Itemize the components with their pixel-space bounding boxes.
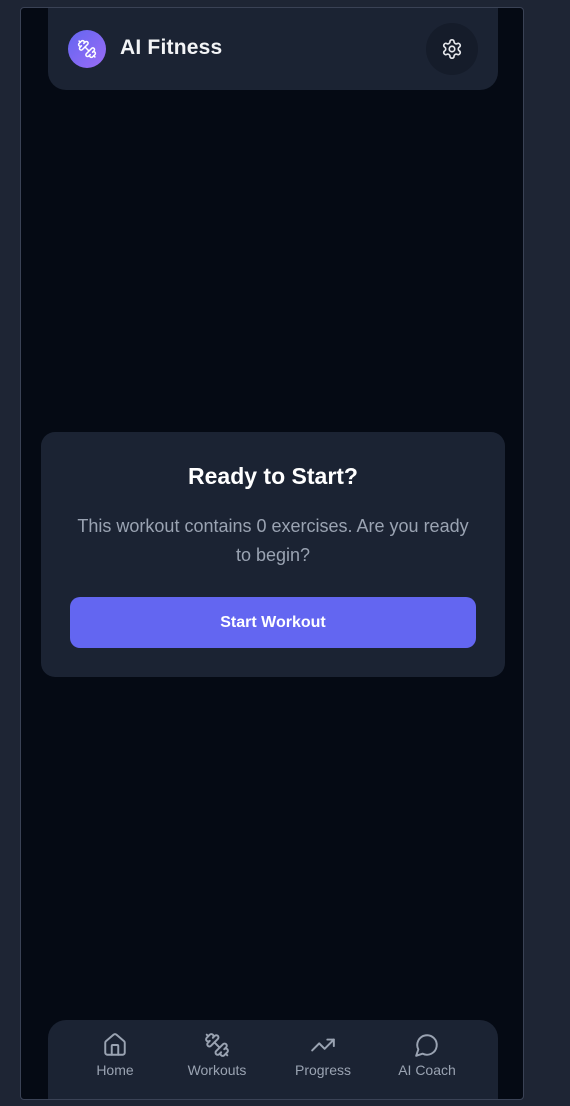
bottom-nav: Home Workouts Progress AI Coach: [48, 1020, 498, 1099]
nav-label-progress: Progress: [294, 1062, 352, 1078]
app-logo: [68, 30, 106, 68]
app-frame: AI Fitness Ready to Start? This workout …: [20, 7, 524, 1100]
start-workout-button[interactable]: Start Workout: [70, 597, 476, 648]
nav-item-workouts[interactable]: Workouts: [172, 1032, 262, 1078]
start-workout-card: Ready to Start? This workout contains 0 …: [41, 432, 505, 677]
nav-item-progress[interactable]: Progress: [278, 1032, 368, 1078]
app-header: AI Fitness: [48, 8, 498, 90]
nav-label-ai-coach: AI Coach: [398, 1062, 456, 1078]
dumbbell-icon: [77, 39, 97, 59]
nav-item-home[interactable]: Home: [70, 1032, 160, 1078]
nav-label-workouts: Workouts: [187, 1062, 247, 1078]
trending-up-icon: [311, 1038, 335, 1052]
nav-item-ai-coach[interactable]: AI Coach: [382, 1032, 472, 1078]
home-icon: [104, 1033, 126, 1056]
card-title: Ready to Start?: [188, 463, 358, 489]
app-title: AI Fitness: [120, 36, 223, 59]
card-message: This workout contains 0 exercises. Are y…: [77, 516, 469, 565]
settings-button[interactable]: [426, 23, 478, 75]
chat-bubble-icon: [415, 1034, 438, 1057]
dumbbell-icon: [205, 1033, 229, 1057]
nav-label-home: Home: [96, 1062, 134, 1078]
gear-icon: [442, 39, 462, 59]
